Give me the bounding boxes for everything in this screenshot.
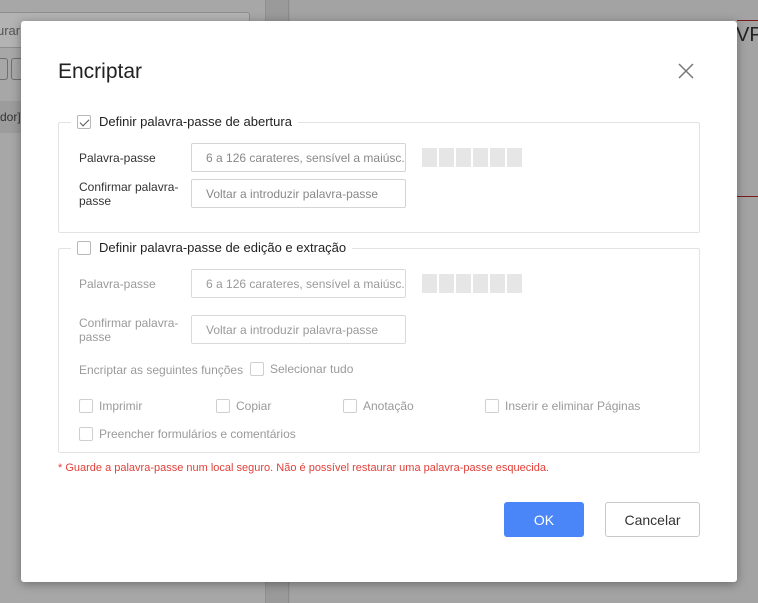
annotation-option[interactable]: Anotação bbox=[343, 399, 414, 413]
edit-password-checkbox[interactable] bbox=[77, 240, 91, 255]
edit-password-row: Palavra-passe 6 a 126 carateres, sensíve… bbox=[79, 269, 524, 298]
encrypt-functions-label: Encriptar as seguintes funções bbox=[79, 363, 244, 377]
insert-delete-pages-label: Inserir e eliminar Páginas bbox=[505, 399, 641, 413]
open-password-checkbox-label: Definir palavra-passe de abertura bbox=[99, 114, 292, 129]
open-password-row: Palavra-passe 6 a 126 carateres, sensíve… bbox=[79, 143, 524, 172]
print-label: Imprimir bbox=[99, 399, 143, 413]
cancel-button[interactable]: Cancelar bbox=[605, 502, 700, 537]
open-confirm-label: Confirmar palavra-passe bbox=[79, 179, 179, 208]
open-password-label: Palavra-passe bbox=[79, 150, 156, 165]
edit-confirm-input[interactable]: Voltar a introduzir palavra-passe bbox=[191, 315, 406, 344]
open-confirm-row: Confirmar palavra-passe Voltar a introdu… bbox=[79, 179, 406, 208]
fill-forms-option[interactable]: Preencher formulários e comentários bbox=[79, 427, 296, 441]
copy-option[interactable]: Copiar bbox=[216, 399, 271, 413]
ok-button[interactable]: OK bbox=[504, 502, 584, 537]
edit-password-checkbox-label: Definir palavra-passe de edição e extraç… bbox=[99, 240, 347, 255]
print-checkbox[interactable] bbox=[79, 399, 93, 413]
page-line-top bbox=[737, 20, 758, 21]
open-password-input[interactable]: 6 a 126 carateres, sensível a maiúsc... bbox=[191, 143, 406, 172]
print-option[interactable]: Imprimir bbox=[79, 399, 142, 413]
dialog-title: Encriptar bbox=[58, 60, 143, 83]
edit-password-input[interactable]: 6 a 126 carateres, sensível a maiúsc... bbox=[191, 269, 406, 298]
open-password-toggle[interactable]: Definir palavra-passe de abertura bbox=[71, 114, 298, 129]
edit-password-group: Definir palavra-passe de edição e extraç… bbox=[58, 240, 700, 453]
encrypt-dialog: Encriptar Definir palavra-passe de abert… bbox=[21, 21, 737, 582]
sidebar-search-text: urar bbox=[0, 23, 21, 38]
insert-delete-pages-checkbox[interactable] bbox=[485, 399, 499, 413]
page-line-bottom bbox=[737, 196, 758, 197]
sidebar-list-item-label: dor] bbox=[0, 110, 21, 124]
copy-checkbox[interactable] bbox=[216, 399, 230, 413]
open-password-checkbox[interactable] bbox=[77, 114, 91, 129]
copy-label: Copiar bbox=[236, 399, 272, 413]
edit-password-label: Palavra-passe bbox=[79, 276, 156, 291]
open-password-group: Definir palavra-passe de abertura Palavr… bbox=[58, 114, 700, 233]
annotation-label: Anotação bbox=[363, 399, 414, 413]
edit-confirm-row: Confirmar palavra-passe Voltar a introdu… bbox=[79, 315, 406, 344]
edit-password-toggle[interactable]: Definir palavra-passe de edição e extraç… bbox=[71, 240, 353, 255]
edit-confirm-label: Confirmar palavra-passe bbox=[79, 315, 179, 344]
edit-password-strength-meter bbox=[422, 274, 524, 293]
insert-delete-pages-option[interactable]: Inserir e eliminar Páginas bbox=[485, 399, 640, 413]
fill-forms-checkbox[interactable] bbox=[79, 427, 93, 441]
annotation-checkbox[interactable] bbox=[343, 399, 357, 413]
sidebar-tool-icon[interactable] bbox=[0, 58, 8, 80]
fill-forms-label: Preencher formulários e comentários bbox=[99, 427, 296, 441]
select-all-label: Selecionar tudo bbox=[270, 362, 354, 376]
close-icon[interactable] bbox=[675, 60, 697, 82]
password-warning: * Guarde a palavra-passe num local segur… bbox=[58, 462, 549, 474]
open-confirm-input[interactable]: Voltar a introduzir palavra-passe bbox=[191, 179, 406, 208]
page-text: VP bbox=[736, 24, 758, 46]
password-strength-meter bbox=[422, 148, 524, 167]
select-all-option[interactable]: Selecionar tudo bbox=[250, 362, 353, 376]
select-all-checkbox[interactable] bbox=[250, 362, 264, 376]
